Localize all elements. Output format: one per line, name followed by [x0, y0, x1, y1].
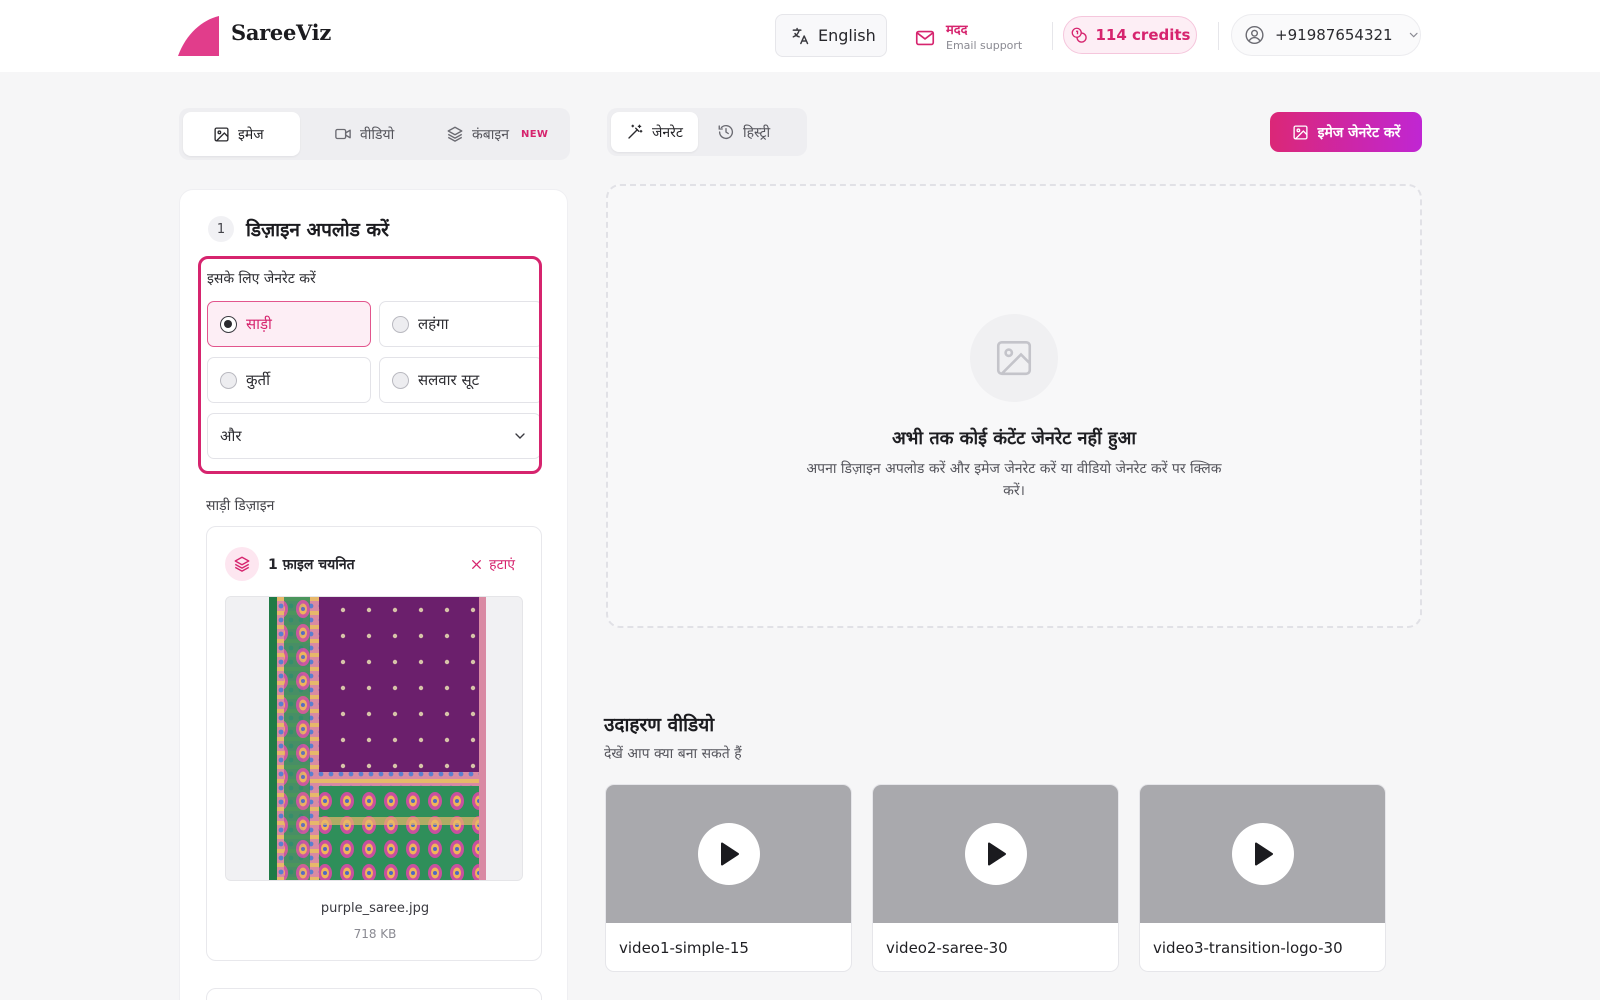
example-video-card[interactable]: video3-transition-logo-30 — [1139, 784, 1386, 972]
radio-circle — [220, 371, 237, 389]
language-button[interactable]: English — [775, 14, 887, 57]
logo-mark-icon — [178, 16, 219, 56]
chevron-down-icon — [515, 433, 525, 439]
design-label: साड़ी डिज़ाइन — [206, 498, 275, 514]
credits-label: 114 credits — [1095, 26, 1191, 44]
radio-circle — [392, 371, 409, 389]
history-icon — [718, 125, 733, 140]
radio-circle — [392, 315, 409, 333]
tab-combine-label: कंबाइन — [472, 126, 510, 143]
user-avatar-icon — [1245, 25, 1264, 45]
user-phone: +91987654321 — [1275, 26, 1393, 44]
top-header: SareeViz English मदद Email support 114 c… — [0, 0, 1600, 72]
play-icon[interactable] — [1232, 823, 1294, 885]
tab-generate-label: जेनरेट — [652, 124, 683, 141]
file-size: 718 KB — [353, 927, 397, 941]
file-name: purple_saree.jpg — [320, 901, 430, 916]
mail-icon — [915, 30, 935, 46]
examples-subtitle: देखें आप क्या बना सकते हैं — [604, 746, 742, 762]
radio-circle — [220, 315, 237, 333]
coins-icon — [1071, 27, 1087, 43]
upload-title: डिज़ाइन अपलोड करें — [246, 219, 389, 241]
chevron-down-icon — [1409, 32, 1418, 38]
tab-history[interactable]: हिस्ट्री — [702, 112, 785, 152]
tab-image[interactable]: इमेज — [183, 112, 300, 156]
video-label: video3-transition-logo-30 — [1153, 939, 1343, 957]
tab-generate[interactable]: जेनरेट — [611, 112, 698, 152]
layers-icon — [447, 126, 463, 142]
header-divider — [1218, 22, 1219, 50]
radio-lehenga-label: लहंगा — [418, 315, 449, 333]
play-icon[interactable] — [965, 823, 1027, 885]
video-thumbnail — [606, 785, 851, 923]
header-divider — [1052, 22, 1053, 50]
radio-kurti[interactable]: कुर्ती — [207, 357, 371, 403]
video-label: video2-saree-30 — [886, 939, 1008, 957]
help-email-support[interactable]: मदद Email support — [914, 18, 1022, 58]
radio-salwar-suit[interactable]: सलवार सूट — [379, 357, 539, 403]
play-icon[interactable] — [698, 823, 760, 885]
example-video-card[interactable]: video2-saree-30 — [872, 784, 1119, 972]
step-number: 1 — [208, 216, 234, 242]
selected-file-card: 1 फ़ाइल चयनित हटाएं purple_saree.jpg 718… — [206, 526, 542, 961]
output-empty-state: अभी तक कोई कंटेंट जेनरेट नहीं हुआ अपना ड… — [606, 184, 1422, 628]
image-placeholder-icon — [970, 314, 1058, 402]
radio-saree[interactable]: साड़ी — [207, 301, 371, 347]
image-icon — [214, 126, 229, 142]
language-label: English — [818, 26, 876, 45]
example-video-card[interactable]: video1-simple-15 — [605, 784, 852, 972]
tab-combine[interactable]: कंबाइन NEW — [422, 112, 566, 156]
radio-salwar-suit-label: सलवार सूट — [418, 371, 480, 389]
radio-kurti-label: कुर्ती — [246, 371, 270, 389]
help-subtitle: Email support — [946, 39, 1023, 53]
upload-panel: 1 डिज़ाइन अपलोड करें इसके लिए जेनरेट करे… — [179, 189, 568, 1000]
credits-badge[interactable]: 114 credits — [1063, 16, 1197, 54]
translate-icon — [792, 27, 809, 44]
video-label: video1-simple-15 — [619, 939, 749, 957]
generate-image-label: इमेज जेनरेट करें — [1317, 124, 1401, 141]
radio-lehenga[interactable]: लहंगा — [379, 301, 539, 347]
tab-video[interactable]: वीडियो — [304, 112, 418, 156]
radio-saree-label: साड़ी — [246, 315, 272, 333]
empty-state-subtitle: अपना डिज़ाइन अपलोड करें और इमेज जेनरेट क… — [806, 461, 1222, 499]
tab-image-label: इमेज — [238, 126, 264, 143]
video-thumbnail — [1140, 785, 1385, 923]
more-select-value: और — [220, 427, 242, 445]
generate-history-tabs: जेनरेट हिस्ट्री — [607, 108, 807, 156]
file-count: 1 फ़ाइल चयनित — [268, 556, 355, 573]
image-icon — [1293, 124, 1308, 140]
new-badge: NEW — [521, 128, 549, 140]
empty-state-title: अभी तक कोई कंटेंट जेनरेट नहीं हुआ — [892, 428, 1136, 449]
mode-tabs: इमेज वीडियो कंबाइन NEW — [179, 108, 570, 160]
generate-for-label: इसके लिए जेनरेट करें — [207, 271, 316, 287]
help-title: मदद — [946, 23, 968, 38]
user-menu-button[interactable]: +91987654321 — [1231, 14, 1421, 56]
brand-name[interactable]: SareeViz — [231, 20, 331, 45]
remove-file-button[interactable]: हटाएं — [470, 555, 515, 574]
remove-label: हटाएं — [489, 557, 515, 573]
video-thumbnail — [873, 785, 1118, 923]
saree-thumbnail — [225, 596, 523, 881]
file-stack-icon — [225, 547, 259, 581]
generate-image-button[interactable]: इमेज जेनरेट करें — [1270, 112, 1422, 152]
magic-wand-icon — [628, 124, 643, 139]
tab-video-label: वीडियो — [360, 126, 395, 143]
video-icon — [335, 128, 351, 140]
close-icon — [472, 560, 482, 569]
garment-type-selector: इसके लिए जेनरेट करें साड़ी लहंगा कुर्ती … — [198, 256, 542, 474]
more-garments-select[interactable]: और — [207, 413, 539, 459]
examples-title: उदाहरण वीडियो — [604, 714, 715, 736]
next-section-card — [206, 988, 542, 1000]
tab-history-label: हिस्ट्री — [742, 124, 771, 141]
